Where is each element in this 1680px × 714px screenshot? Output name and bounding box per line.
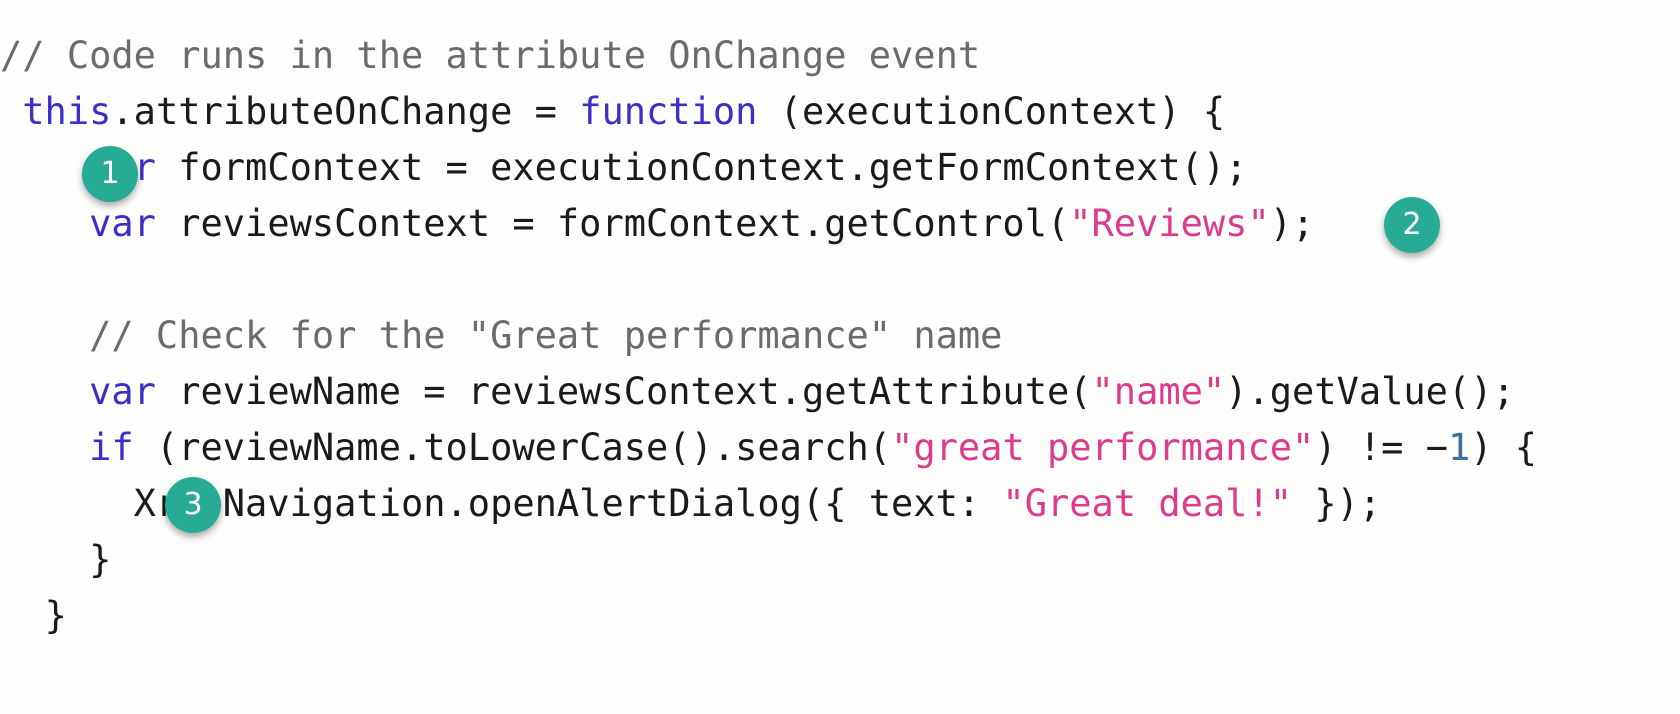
code-line: // Code runs in the attribute OnChange e… [0, 28, 1680, 84]
code-line: if (reviewName.toLowerCase().search("gre… [0, 420, 1680, 476]
step-badge-2: 2 [1384, 197, 1440, 253]
code-token-plain: ) != − [1314, 426, 1448, 469]
step-badge-3: 3 [165, 477, 221, 533]
code-token-plain: (reviewName.toLowerCase().search( [133, 426, 892, 469]
code-token-keyword: var [89, 370, 156, 413]
code-line: var reviewName = reviewsContext.getAttri… [0, 364, 1680, 420]
code-token-plain: ); [1269, 202, 1315, 245]
code-snippet-figure: // Code runs in the attribute OnChange e… [0, 0, 1680, 714]
code-token-plain: reviewsContext = formContext.getControl( [155, 202, 1070, 245]
code-token-number: 1 [1447, 426, 1471, 469]
code-token-comment: // Check for the "Great performance" nam… [89, 314, 1003, 357]
code-line: } [0, 588, 1680, 644]
code-token-plain: reviewName = reviewsContext.getAttribute… [155, 370, 1092, 413]
code-line: var formContext = executionContext.getFo… [0, 140, 1680, 196]
code-token-keyword: if [89, 426, 134, 469]
code-token-plain: } [44, 594, 67, 637]
code-token-plain: ).getValue(); [1225, 370, 1515, 413]
code-line: // Check for the "Great performance" nam… [0, 308, 1680, 364]
code-token-plain: ) { [1470, 426, 1538, 469]
code-token-keyword: function [579, 90, 758, 133]
code-token-keyword: this [22, 90, 112, 133]
code-token-string: "Great deal!" [1002, 482, 1293, 525]
code-line: this.attributeOnChange = function (execu… [0, 84, 1680, 140]
code-listing: // Code runs in the attribute OnChange e… [0, 28, 1680, 644]
code-token-plain: }); [1292, 482, 1382, 525]
code-token-string: "great performance" [891, 426, 1315, 469]
code-line: Xrm.Navigation.openAlertDialog({ text: "… [0, 476, 1680, 532]
code-line: } [0, 532, 1680, 588]
code-token-plain: Xrm.Navigation.openAlertDialog({ text: [133, 482, 1003, 525]
code-token-keyword: var [89, 202, 156, 245]
code-token-plain: (executionContext) { [757, 90, 1226, 133]
code-token-plain: .attributeOnChange = [111, 90, 580, 133]
code-token-string: "name" [1091, 370, 1226, 413]
code-token-string: "Reviews" [1069, 202, 1270, 245]
code-token-plain: formContext = executionContext.getFormCo… [155, 146, 1248, 189]
code-token-comment: // Code runs in the attribute OnChange e… [0, 34, 981, 77]
code-token-plain: } [89, 538, 112, 581]
step-badge-1: 1 [82, 146, 138, 202]
